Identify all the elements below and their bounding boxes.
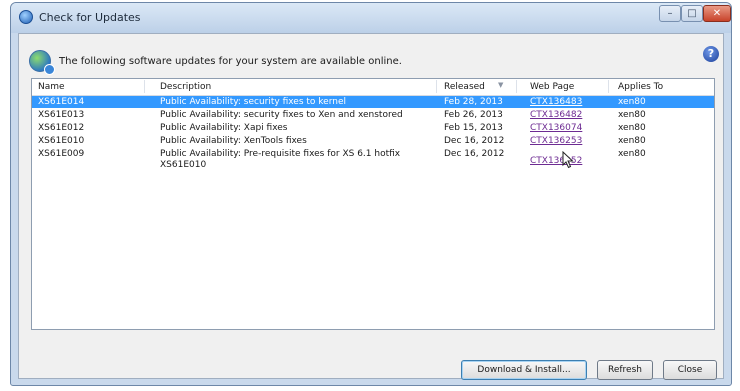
- column-header-applies-to[interactable]: Applies To: [618, 82, 663, 92]
- web-page-link[interactable]: CTX136482: [530, 110, 582, 120]
- update-released: Dec 16, 2012: [444, 149, 505, 159]
- column-header-name[interactable]: Name: [38, 82, 65, 92]
- column-header-released[interactable]: Released: [444, 82, 485, 92]
- update-name: XS61E009: [38, 149, 85, 159]
- column-divider[interactable]: [436, 80, 437, 93]
- update-released: Dec 16, 2012: [444, 136, 505, 146]
- table-row[interactable]: XS61E012 Public Availability: Xapi fixes…: [32, 122, 714, 134]
- update-globe-icon: [29, 50, 55, 75]
- title-bar[interactable]: Check for Updates – □ ✕: [11, 3, 731, 33]
- update-description: Public Availability: XenTools fixes: [160, 136, 307, 146]
- table-row[interactable]: XS61E014 Public Availability: security f…: [32, 96, 714, 108]
- update-name: XS61E012: [38, 123, 85, 133]
- update-released: Feb 26, 2013: [444, 110, 503, 120]
- update-description: Public Availability: security fixes to k…: [160, 97, 346, 107]
- update-description: Public Availability: Pre-requisite fixes…: [160, 149, 401, 170]
- updates-list[interactable]: Name Description Released ▼ Web Page App…: [31, 78, 715, 330]
- update-applies-to: xen80: [618, 110, 646, 120]
- update-description: Public Availability: Xapi fixes: [160, 123, 288, 133]
- dialog-body: The following software updates for your …: [18, 33, 724, 380]
- list-header: Name Description Released ▼ Web Page App…: [32, 79, 714, 96]
- table-row[interactable]: XS61E010 Public Availability: XenTools f…: [32, 135, 714, 147]
- web-page-link[interactable]: CTX136483: [530, 97, 582, 107]
- download-install-button[interactable]: Download & Install...: [461, 360, 587, 380]
- maximize-button[interactable]: □: [681, 5, 703, 22]
- column-header-web-page[interactable]: Web Page: [530, 82, 574, 92]
- check-for-updates-window: Check for Updates – □ ✕ The following so…: [10, 2, 732, 386]
- web-page-link[interactable]: CTX136074: [530, 123, 582, 133]
- update-description: Public Availability: security fixes to X…: [160, 110, 403, 120]
- column-divider[interactable]: [516, 80, 517, 93]
- close-window-button[interactable]: ✕: [703, 5, 731, 22]
- update-applies-to: xen80: [618, 136, 646, 146]
- close-button[interactable]: Close: [663, 360, 717, 380]
- update-name: XS61E010: [38, 136, 85, 146]
- table-row[interactable]: XS61E013 Public Availability: security f…: [32, 109, 714, 121]
- update-name: XS61E014: [38, 97, 85, 107]
- update-released: Feb 15, 2013: [444, 123, 503, 133]
- column-header-description[interactable]: Description: [160, 82, 211, 92]
- window-title: Check for Updates: [39, 11, 141, 24]
- help-icon[interactable]: ?: [703, 46, 719, 62]
- column-divider[interactable]: [608, 80, 609, 93]
- intro-text: The following software updates for your …: [59, 56, 402, 67]
- update-applies-to: xen80: [618, 97, 646, 107]
- update-applies-to: xen80: [618, 149, 646, 159]
- update-name: XS61E013: [38, 110, 85, 120]
- minimize-button[interactable]: –: [659, 5, 681, 22]
- web-page-link[interactable]: CTX136253: [530, 136, 582, 146]
- update-applies-to: xen80: [618, 123, 646, 133]
- app-icon: [19, 10, 33, 24]
- refresh-button[interactable]: Refresh: [597, 360, 653, 380]
- web-page-link[interactable]: CTX136252: [530, 156, 582, 166]
- mouse-cursor-icon: [562, 151, 574, 169]
- update-released: Feb 28, 2013: [444, 97, 503, 107]
- column-divider[interactable]: [144, 80, 145, 93]
- table-row[interactable]: XS61E009 Public Availability: Pre-requis…: [32, 148, 714, 172]
- sort-descending-icon: ▼: [498, 81, 504, 89]
